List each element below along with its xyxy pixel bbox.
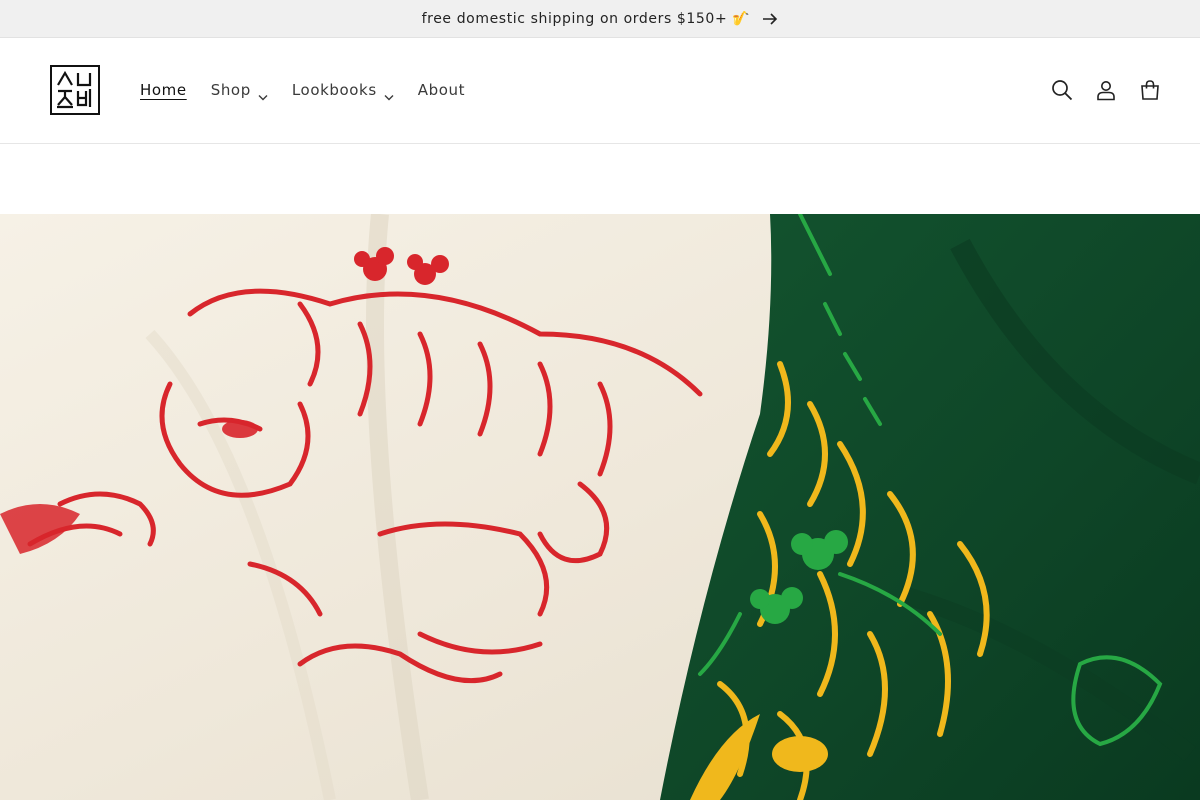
- account-icon[interactable]: [1094, 78, 1118, 102]
- main-nav: Home Shop Lookbooks About: [128, 74, 477, 106]
- nav-shop-label: Shop: [210, 81, 251, 99]
- chevron-down-icon: [384, 87, 394, 100]
- nav-shop[interactable]: Shop: [199, 81, 280, 100]
- cart-icon[interactable]: [1138, 78, 1162, 102]
- nav-lookbooks-label: Lookbooks: [291, 81, 377, 99]
- hero-banner[interactable]: [0, 214, 1200, 800]
- arrow-right-icon: [762, 12, 778, 25]
- header-spacer: [0, 144, 1200, 214]
- chevron-down-icon: [258, 87, 268, 100]
- nav-home-label: Home: [140, 81, 187, 99]
- nav-about-label: About: [417, 81, 466, 99]
- header-icons: [1050, 72, 1162, 108]
- site-header: Home Shop Lookbooks About: [0, 38, 1200, 144]
- nav-about[interactable]: About: [406, 81, 477, 99]
- search-icon[interactable]: [1050, 78, 1074, 102]
- hero-image: [0, 214, 1200, 800]
- nav-home[interactable]: Home: [128, 81, 199, 99]
- site-logo[interactable]: [50, 65, 100, 115]
- logo-mark-icon: [57, 70, 92, 109]
- announcement-bar: free domestic shipping on orders $150+ 🎷: [0, 0, 1200, 38]
- announcement-text: free domestic shipping on orders $150+ 🎷: [421, 10, 751, 27]
- nav-lookbooks[interactable]: Lookbooks: [280, 81, 406, 100]
- announcement-link[interactable]: free domestic shipping on orders $150+ 🎷: [422, 11, 779, 27]
